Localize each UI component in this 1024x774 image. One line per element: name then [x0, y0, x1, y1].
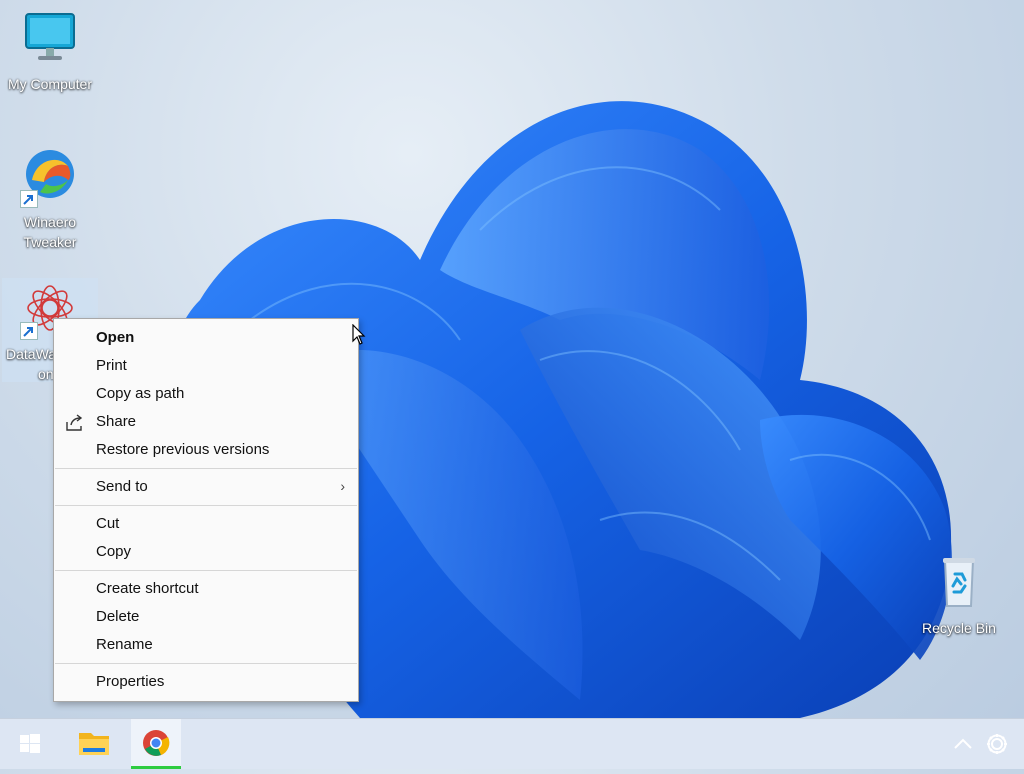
taskbar-file-explorer[interactable]: [69, 719, 119, 769]
desktop-icon-winaero-tweaker[interactable]: Winaero Tweaker: [2, 146, 98, 252]
menu-item-copy-as-path[interactable]: Copy as path: [54, 381, 358, 409]
menu-item-label: Open: [96, 329, 135, 346]
menu-separator: [55, 505, 357, 506]
mouse-cursor-icon: [352, 324, 366, 345]
menu-item-delete[interactable]: Delete: [54, 604, 358, 632]
menu-item-cut[interactable]: Cut: [54, 511, 358, 539]
taskbar: [0, 718, 1024, 769]
menu-item-label: Restore previous versions: [96, 441, 270, 458]
menu-item-rename[interactable]: Rename: [54, 632, 358, 660]
menu-item-send-to[interactable]: Send to ›: [54, 474, 358, 502]
desktop-icon-label-line1: Winaero: [23, 214, 77, 230]
menu-item-label: Delete: [96, 608, 140, 625]
desktop-icon-label-line2: Tweaker: [23, 234, 77, 250]
menu-item-label: Share: [96, 413, 137, 430]
shortcut-arrow-icon: [20, 322, 38, 340]
menu-item-open[interactable]: Open: [54, 325, 358, 353]
menu-item-label: Rename: [96, 636, 153, 653]
menu-item-label: Send to: [96, 478, 148, 495]
file-explorer-icon: [79, 733, 109, 755]
menu-separator: [55, 468, 357, 469]
shortcut-arrow-icon: [20, 190, 38, 208]
menu-item-print[interactable]: Print: [54, 353, 358, 381]
start-button[interactable]: [5, 719, 55, 769]
monitor-icon: [18, 8, 82, 72]
menu-item-copy[interactable]: Copy: [54, 539, 358, 567]
menu-separator: [55, 570, 357, 571]
desktop-icon-label: My Computer: [7, 76, 93, 92]
chevron-right-icon: ›: [340, 478, 345, 494]
menu-item-label: Copy: [96, 543, 132, 560]
menu-item-properties[interactable]: Properties: [54, 669, 358, 697]
menu-item-label: Copy as path: [96, 385, 185, 402]
menu-item-create-shortcut[interactable]: Create shortcut: [54, 576, 358, 604]
tray-settings-button[interactable]: [972, 719, 1022, 769]
menu-item-label: Cut: [96, 515, 120, 532]
desktop-icon-label: Recycle Bin: [922, 620, 996, 636]
menu-item-restore-previous-versions[interactable]: Restore previous versions: [54, 437, 358, 465]
gear-icon: [987, 734, 1007, 754]
menu-item-label: Create shortcut: [96, 580, 199, 597]
taskbar-chrome[interactable]: [131, 719, 181, 769]
share-icon: [65, 414, 85, 432]
winaero-tweaker-icon: [18, 146, 82, 210]
desktop-icon-recycle-bin[interactable]: Recycle Bin: [911, 552, 1007, 638]
context-menu: Open Print Copy as path Share Restore pr…: [53, 318, 359, 702]
menu-item-share[interactable]: Share: [54, 409, 358, 437]
menu-item-label: Properties: [96, 673, 165, 690]
recycle-bin-icon: [927, 552, 991, 616]
desktop-icon-my-computer[interactable]: My Computer: [2, 8, 98, 94]
menu-separator: [55, 663, 357, 664]
menu-item-label: Print: [96, 357, 127, 374]
chrome-icon: [143, 730, 170, 756]
windows-start-icon: [20, 734, 40, 753]
